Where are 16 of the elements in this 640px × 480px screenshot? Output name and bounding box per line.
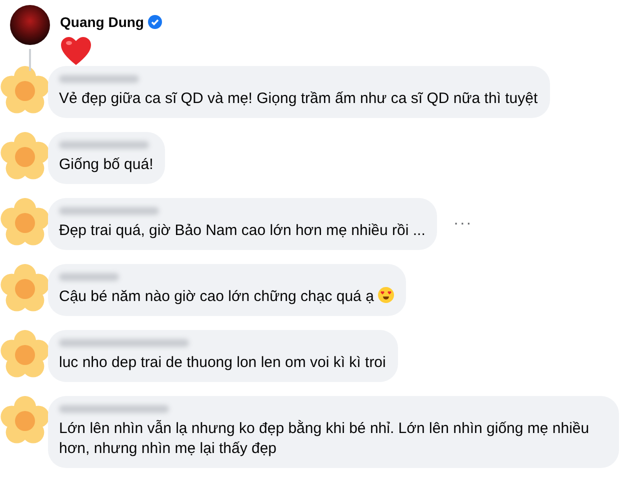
comment-text: Đẹp trai quá, giờ Bảo Nam cao lớn hơn mẹ nhiều rồi ... <box>59 222 426 239</box>
comment-text: Cậu bé năm nào giờ cao lớn chững chạc quá ạ <box>59 288 374 305</box>
flower-avatar[interactable] <box>0 198 50 248</box>
author-name[interactable]: Quang Dung <box>60 14 144 30</box>
flower-avatar[interactable] <box>0 132 50 182</box>
flower-avatar[interactable] <box>0 330 50 380</box>
avatar[interactable] <box>10 5 50 45</box>
flower-avatar[interactable] <box>0 66 50 116</box>
more-button[interactable]: ··· <box>453 215 472 233</box>
comment-text: luc nho dep trai de thuong lon len om voi kì kì troi <box>59 354 386 371</box>
comment-text: Giống bố quá! <box>59 156 154 173</box>
flower-avatar[interactable] <box>0 396 50 446</box>
blurred-name <box>59 273 119 281</box>
comment-text: Lớn lên nhìn vẫn lạ nhưng ko đẹp bằng khi bé nhỉ. Lớn lên nhìn giống mẹ nhiều hơn, nhưng nhìn mẹ lại thấy đẹp <box>59 420 590 457</box>
flower-avatar[interactable] <box>0 264 50 314</box>
comment-text: Vẻ đẹp giữa ca sĩ QD và mẹ! Giọng trầm ấm như ca sĩ QD nữa thì tuyệt <box>59 90 538 107</box>
